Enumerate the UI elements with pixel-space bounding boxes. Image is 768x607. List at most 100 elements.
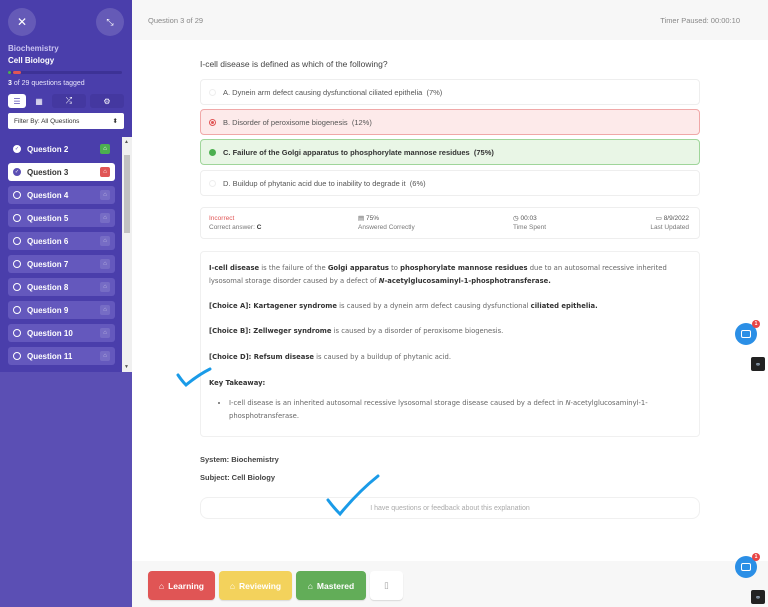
tag-icon: ⌂ xyxy=(100,328,110,338)
check-circle-icon: ✓ xyxy=(13,168,21,176)
radio-icon xyxy=(209,179,216,187)
shuffle-button[interactable]: ⤮ xyxy=(52,94,86,108)
key-takeaway-title: Key Takeaway: xyxy=(209,379,266,387)
learning-button[interactable]: ⌂ Learning xyxy=(148,571,215,600)
link-button[interactable]: ⚭ xyxy=(751,357,765,371)
radio-icon xyxy=(209,148,216,156)
chat-icon xyxy=(741,330,751,338)
gear-icon: ⚙ xyxy=(103,96,111,106)
settings-button[interactable]: ⚙ xyxy=(90,94,124,108)
tag-icon: ⌂ xyxy=(100,282,110,292)
bookmark-button[interactable]: ▯ xyxy=(370,571,403,600)
collapse-icon: ⤡ xyxy=(106,16,114,27)
unanswered-circle-icon xyxy=(13,283,21,291)
reviewing-button[interactable]: ⌂ Reviewing xyxy=(219,571,292,600)
sidebar-question-item[interactable]: Question 11 ⌂ xyxy=(8,347,115,365)
question-stem: I-cell disease is defined as which of th… xyxy=(200,59,388,69)
correct-answer: C xyxy=(256,224,262,231)
sidebar-scrollbar[interactable]: ▲ ▼ xyxy=(122,137,132,372)
question-label: Question 8 xyxy=(27,282,69,292)
radio-icon xyxy=(209,118,216,126)
stats-panel: Incorrect Correct answer: C ▤ 75% Answer… xyxy=(200,207,700,239)
tag-icon: ⌂ xyxy=(100,305,110,315)
answer-choice[interactable]: B. Disorder of peroxisome biogenesis (12… xyxy=(200,109,700,135)
tag-icon: ⌂ xyxy=(100,190,110,200)
filter-select[interactable]: Filter By: All Questions ⬍ xyxy=(8,113,124,129)
chat-badge: 1 xyxy=(752,553,760,561)
unanswered-circle-icon xyxy=(13,237,21,245)
close-icon: ✕ xyxy=(16,15,28,29)
chat-badge: 1 xyxy=(752,320,760,328)
unanswered-circle-icon xyxy=(13,352,21,360)
sidebar-question-item[interactable]: Question 5 ⌂ xyxy=(8,209,115,227)
clock-icon: ◷ xyxy=(513,215,519,222)
check-circle-icon: ✓ xyxy=(13,145,21,153)
scroll-thumb[interactable] xyxy=(124,155,130,233)
question-label: Question 6 xyxy=(27,236,69,246)
tag-icon: ⌂ xyxy=(100,259,110,269)
question-label: Question 2 xyxy=(27,144,69,154)
feedback-input[interactable]: I have questions or feedback about this … xyxy=(200,497,700,519)
question-label: Question 4 xyxy=(27,190,69,200)
grid-view-button[interactable]: ▦ xyxy=(30,94,48,108)
chart-icon: ▤ xyxy=(358,215,365,222)
scroll-up-icon[interactable]: ▲ xyxy=(124,139,129,145)
select-arrows-icon: ⬍ xyxy=(112,118,118,125)
scroll-down-icon[interactable]: ▼ xyxy=(124,364,129,370)
tag-icon: ⌂ xyxy=(307,580,313,591)
mastered-button[interactable]: ⌂ Mastered xyxy=(296,571,366,600)
top-bar: Question 3 of 29 Timer Paused: 00:00:10 xyxy=(132,0,768,40)
chat-button-bottom[interactable]: 1 xyxy=(735,553,760,578)
view-toolbar: ☰ ▦ ⤮ ⚙ xyxy=(8,94,124,108)
last-updated-stat: ▭ 8/9/2022 Last Updated xyxy=(650,215,689,231)
system-label: System: Biochemistry xyxy=(200,455,279,464)
timer: Timer Paused: 00:00:10 xyxy=(660,16,740,25)
unanswered-circle-icon xyxy=(13,191,21,199)
collapse-button[interactable]: ⤡ xyxy=(96,8,124,36)
link-icon: ⚭ xyxy=(754,359,762,369)
bookmark-icon: ▯ xyxy=(384,580,389,590)
question-list: ✓ Question 2 ⌂ ✓ Question 3 ⌂ Question 4 … xyxy=(0,137,122,372)
sidebar: ✕ ⤡ Biochemistry Cell Biology 3 of 29 qu… xyxy=(0,0,132,607)
shuffle-icon: ⤮ xyxy=(65,96,73,105)
question-label: Question 11 xyxy=(27,351,73,361)
tag-icon: ⌂ xyxy=(158,580,165,591)
sidebar-question-item[interactable]: ✓ Question 3 ⌂ xyxy=(8,163,115,181)
choice-a-explanation: [Choice A]: Kartagener syndrome is cause… xyxy=(209,302,598,310)
sidebar-question-item[interactable]: ✓ Question 2 ⌂ xyxy=(8,140,115,158)
sidebar-question-item[interactable]: Question 4 ⌂ xyxy=(8,186,115,204)
answer-choice[interactable]: C. Failure of the Golgi apparatus to pho… xyxy=(200,139,700,165)
tag-progress-bar xyxy=(8,71,122,74)
unanswered-circle-icon xyxy=(13,214,21,222)
tagged-count: 3 of 29 questions tagged xyxy=(8,80,85,87)
calendar-icon: ▭ xyxy=(655,215,662,222)
question-label: Question 10 xyxy=(27,328,73,338)
list-view-button[interactable]: ☰ xyxy=(8,94,26,108)
sidebar-question-item[interactable]: Question 9 ⌂ xyxy=(8,301,115,319)
tag-icon: ⌂ xyxy=(100,236,110,246)
percent-correct-stat: ▤ 75% Answered Correctly xyxy=(358,215,415,231)
link-button-bottom[interactable]: ⚭ xyxy=(751,590,765,604)
tag-icon: ⌂ xyxy=(100,167,110,177)
unanswered-circle-icon xyxy=(13,260,21,268)
answer-choice[interactable]: D. Buildup of phytanic acid due to inabi… xyxy=(200,170,700,196)
link-icon: ⚭ xyxy=(754,592,762,602)
chat-button[interactable]: 1 xyxy=(735,320,760,345)
explanation-paragraph: I-cell disease is the failure of the Gol… xyxy=(209,264,667,285)
sidebar-question-item[interactable]: Question 10 ⌂ xyxy=(8,324,115,342)
choice-d-explanation: [Choice D]: Refsum disease is caused by … xyxy=(209,353,452,361)
sidebar-question-item[interactable]: Question 8 ⌂ xyxy=(8,278,115,296)
question-counter: Question 3 of 29 xyxy=(148,16,204,25)
chat-icon xyxy=(741,563,751,571)
question-label: Question 3 xyxy=(27,167,69,177)
explanation-panel: I-cell disease is the failure of the Gol… xyxy=(200,251,700,437)
subject-label: Subject: Cell Biology xyxy=(200,473,276,482)
answer-choice[interactable]: A. Dynein arm defect causing dysfunction… xyxy=(200,79,700,105)
grid-icon: ▦ xyxy=(35,96,43,106)
sidebar-question-item[interactable]: Question 6 ⌂ xyxy=(8,232,115,250)
sidebar-question-item[interactable]: Question 7 ⌂ xyxy=(8,255,115,273)
close-button[interactable]: ✕ xyxy=(8,8,36,36)
unanswered-circle-icon xyxy=(13,306,21,314)
result-stat: Incorrect Correct answer: C xyxy=(209,215,262,231)
unanswered-circle-icon xyxy=(13,329,21,337)
